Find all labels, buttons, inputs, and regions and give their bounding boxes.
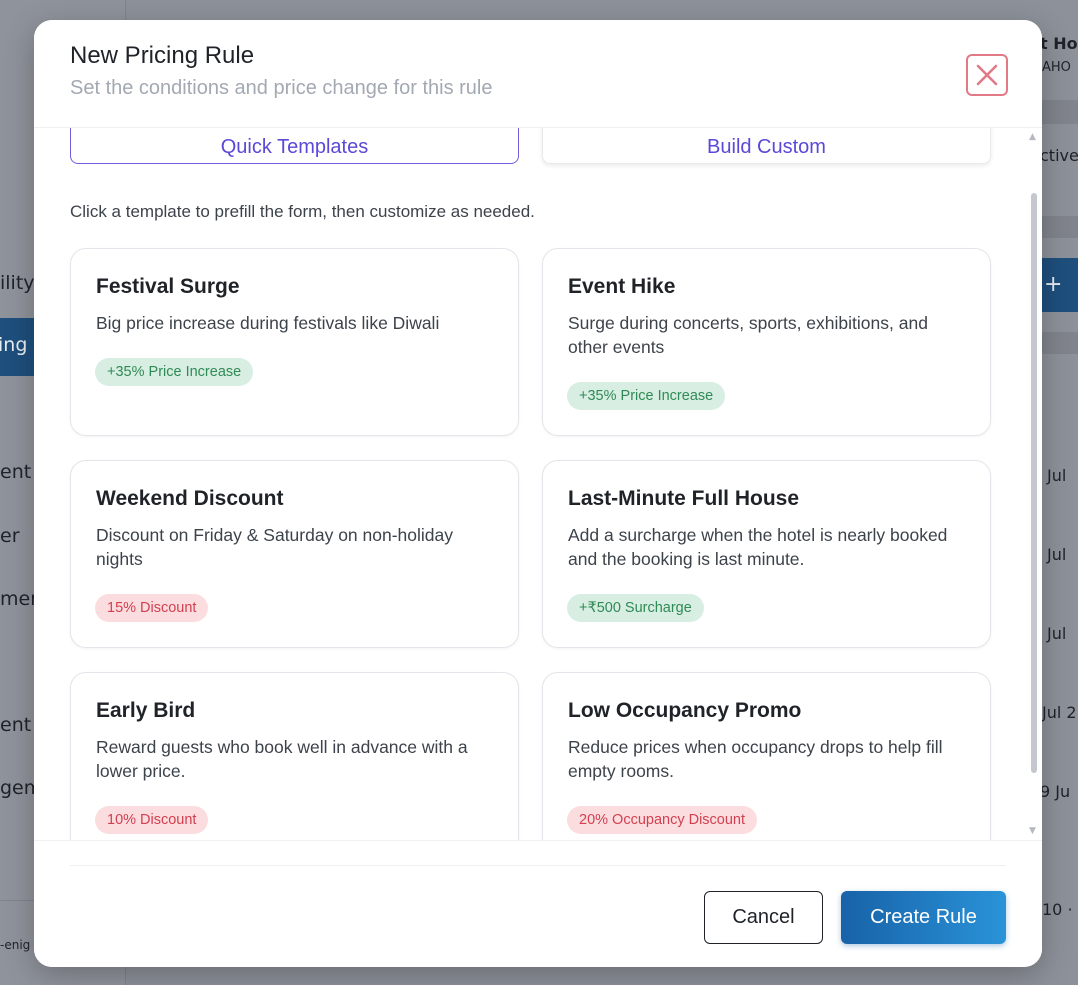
bg-sidebar-item: er (0, 525, 20, 547)
template-badge: 20% Occupancy Discount (567, 806, 758, 834)
bg-right-text: Jul 2 (1042, 703, 1077, 722)
bg-right-text: 9 Ju (1040, 782, 1071, 801)
bg-bar (1040, 100, 1078, 124)
new-pricing-rule-modal: New Pricing Rule Set the conditions and … (34, 20, 1042, 967)
bg-sidebar-item: ility (0, 272, 35, 294)
modal-body: Quick Templates Build Custom Click a tem… (34, 128, 1042, 840)
create-rule-button[interactable]: Create Rule (841, 891, 1006, 944)
footer-divider (70, 865, 1006, 866)
scroll-down-icon[interactable]: ▼ (1029, 826, 1036, 836)
template-title: Early Bird (96, 699, 196, 722)
template-title: Event Hike (568, 275, 676, 298)
template-card-weekend-discount[interactable]: Weekend Discount Discount on Friday & Sa… (70, 460, 519, 648)
bg-right-text: 10 · (1042, 900, 1073, 919)
bg-add-button: + (1040, 258, 1078, 312)
plus-icon: + (1044, 272, 1063, 297)
bg-right-text: t Ho (1040, 34, 1078, 53)
template-description: Surge during concerts, sports, exhibitio… (568, 313, 928, 357)
bg-sidebar-item: ent (0, 461, 32, 483)
template-badge: 10% Discount (95, 806, 209, 834)
template-title: Festival Surge (96, 275, 240, 298)
bg-sidebar-active-label: ing (0, 334, 28, 356)
template-badge: +35% Price Increase (95, 358, 254, 386)
template-title: Weekend Discount (96, 487, 284, 510)
close-button[interactable] (966, 54, 1008, 96)
bg-right-text: Jul (1047, 624, 1067, 643)
scroll-thumb[interactable] (1031, 193, 1037, 773)
template-description: Reduce prices when occupancy drops to he… (568, 737, 943, 781)
template-description: Discount on Friday & Saturday on non-hol… (96, 525, 454, 569)
bg-bar (1040, 216, 1078, 238)
template-card-early-bird[interactable]: Early Bird Reward guests who book well i… (70, 672, 519, 840)
modal-subtitle: Set the conditions and price change for … (70, 77, 493, 99)
bg-sidebar-item: ent (0, 714, 32, 736)
bg-right-text: ctive (1040, 146, 1078, 165)
tab-build-custom[interactable]: Build Custom (542, 128, 991, 164)
bg-sidebar-footer: -enig (0, 938, 31, 952)
template-card-festival-surge[interactable]: Festival Surge Big price increase during… (70, 248, 519, 436)
template-badge: +₹500 Surcharge (567, 594, 704, 622)
bg-bar (1040, 332, 1078, 354)
template-title: Last-Minute Full House (568, 487, 799, 510)
modal-title: New Pricing Rule (70, 42, 255, 69)
bg-right-text: Jul (1047, 545, 1067, 564)
template-card-low-occupancy-promo[interactable]: Low Occupancy Promo Reduce prices when o… (542, 672, 991, 840)
scroll-up-icon[interactable]: ▲ (1029, 132, 1036, 142)
template-badge: +35% Price Increase (567, 382, 726, 410)
modal-footer: Cancel Create Rule (34, 840, 1042, 967)
bg-right-text: Jul (1047, 466, 1067, 485)
modal-scrollbar[interactable]: ▲ ▼ (1029, 128, 1039, 840)
template-description: Big price increase during festivals like… (96, 313, 440, 333)
modal-header: New Pricing Rule Set the conditions and … (34, 20, 1042, 128)
bg-sidebar-active-item: ing (0, 318, 34, 376)
bg-right-text: AHO (1042, 60, 1071, 75)
cancel-button[interactable]: Cancel (704, 891, 823, 944)
helper-text: Click a template to prefill the form, th… (70, 202, 535, 221)
template-card-event-hike[interactable]: Event Hike Surge during concerts, sports… (542, 248, 991, 436)
template-title: Low Occupancy Promo (568, 699, 802, 722)
template-description: Reward guests who book well in advance w… (96, 737, 468, 781)
tab-quick-templates[interactable]: Quick Templates (70, 128, 519, 164)
close-icon (976, 64, 998, 86)
template-badge: 15% Discount (95, 594, 209, 622)
template-card-last-minute-full-house[interactable]: Last-Minute Full House Add a surcharge w… (542, 460, 991, 648)
template-description: Add a surcharge when the hotel is nearly… (568, 525, 948, 569)
